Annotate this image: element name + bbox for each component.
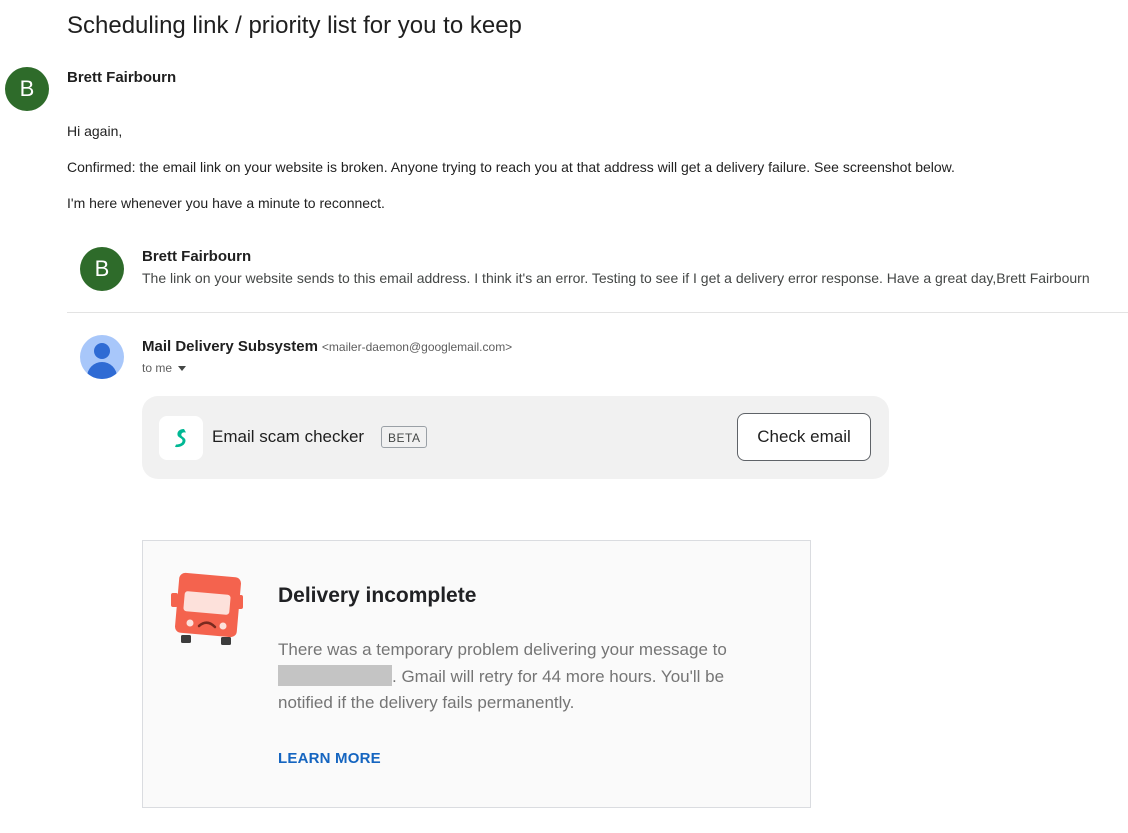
sender-name[interactable]: Brett Fairbourn [67, 69, 176, 86]
scam-checker-logo-icon [159, 416, 203, 460]
quoted-sender-name[interactable]: Brett Fairbourn [142, 248, 251, 265]
message-closing: I'm here whenever you have a minute to r… [67, 195, 385, 211]
delivery-text-start: There was a temporary problem delivering… [278, 640, 727, 659]
person-avatar-icon[interactable] [80, 335, 124, 379]
avatar-torso [87, 362, 117, 379]
quoted-message-snippet[interactable]: The link on your website sends to this e… [142, 270, 1090, 286]
delivery-message: There was a temporary problem delivering… [278, 637, 778, 717]
caret-down-icon [178, 365, 187, 371]
avatar-initial: B [19, 76, 35, 101]
delivery-title: Delivery incomplete [278, 584, 477, 607]
message-greeting: Hi again, [67, 123, 123, 139]
quoted-sender-avatar[interactable]: B [80, 247, 124, 291]
bounce-sender-address: <mailer-daemon@googlemail.com> [321, 340, 513, 354]
learn-more-link[interactable]: LEARN MORE [278, 750, 381, 767]
redacted-recipient [278, 664, 392, 686]
avatar-head [94, 343, 110, 359]
bounce-sender[interactable]: Mail Delivery Subsystem <mailer-daemon@go… [142, 338, 512, 355]
sender-avatar[interactable]: B [5, 67, 49, 111]
thread-divider [67, 312, 1128, 313]
recipient-label: to me [142, 361, 173, 375]
recipient-details-toggle[interactable]: to me [142, 361, 187, 375]
bounce-sender-name: Mail Delivery Subsystem [142, 338, 318, 355]
beta-badge: BETA [381, 426, 428, 448]
message-body-line: Confirmed: the email link on your websit… [67, 159, 955, 175]
email-subject: Scheduling link / priority list for you … [67, 12, 522, 39]
avatar-initial: B [94, 256, 110, 281]
delivery-status-card: Delivery incomplete There was a temporar… [142, 540, 811, 808]
scam-checker-title: Email scam checker [212, 427, 365, 446]
sad-delivery-truck-icon [171, 572, 243, 645]
check-email-button[interactable]: Check email [737, 413, 871, 461]
scam-checker-banner: Email scam checker BETA Check email [142, 396, 889, 479]
